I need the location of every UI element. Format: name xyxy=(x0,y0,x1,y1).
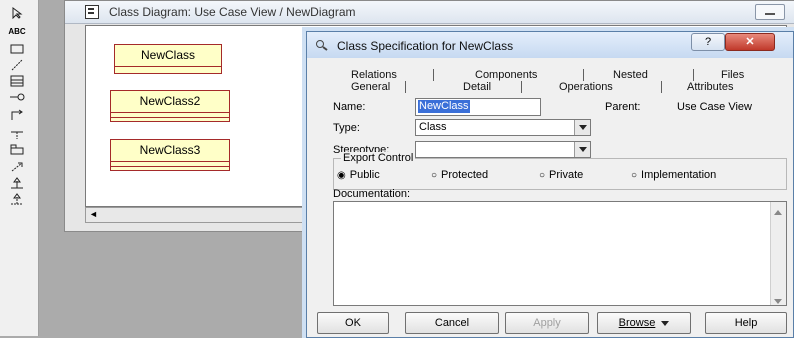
close-button[interactable]: ✕ xyxy=(725,33,775,51)
chevron-down-icon xyxy=(661,317,670,329)
radio-private[interactable]: ○ Private xyxy=(539,169,583,181)
vertical-scrollbar[interactable] xyxy=(770,202,786,305)
tab-components[interactable]: Components xyxy=(475,69,537,81)
name-field[interactable]: NewClass xyxy=(415,98,541,116)
radio-empty-icon: ○ xyxy=(539,169,546,181)
parent-label: Parent: xyxy=(605,101,641,113)
documentation-textarea[interactable] xyxy=(333,201,787,306)
cancel-button[interactable]: Cancel xyxy=(405,312,499,334)
anchor-note-icon[interactable] xyxy=(6,58,28,72)
type-label: Type: xyxy=(333,122,360,134)
horizontal-scrollbar[interactable]: ◄ xyxy=(85,207,327,223)
package-icon[interactable] xyxy=(6,142,28,156)
parent-value: Use Case View xyxy=(677,101,752,113)
radio-public[interactable]: ◉ Public xyxy=(337,169,380,181)
minimize-button[interactable] xyxy=(755,4,785,20)
realize-icon[interactable] xyxy=(6,192,28,206)
apply-button[interactable]: Apply xyxy=(505,312,589,334)
scroll-down-icon[interactable] xyxy=(774,295,782,307)
radio-empty-icon: ○ xyxy=(431,169,438,181)
radio-empty-icon: ○ xyxy=(631,169,638,181)
interface-icon[interactable] xyxy=(6,90,28,104)
class-box[interactable]: NewClass2 xyxy=(110,90,230,122)
tab-detail[interactable]: Detail xyxy=(463,81,491,93)
radio-selected-icon: ◉ xyxy=(337,169,346,181)
diagram-title: Class Diagram: Use Case View / NewDiagra… xyxy=(109,5,356,19)
radio-implementation[interactable]: ○ Implementation xyxy=(631,169,716,181)
export-control-label: Export Control xyxy=(341,152,416,164)
type-value: Class xyxy=(419,121,447,133)
dialog-title: Class Specification for NewClass xyxy=(337,39,514,53)
magnifier-icon xyxy=(315,39,329,51)
class-name: NewClass2 xyxy=(111,91,229,113)
help-icon: ? xyxy=(704,36,712,48)
class-name: NewClass3 xyxy=(111,140,229,162)
tab-operations[interactable]: Operations xyxy=(559,81,613,93)
tab-files[interactable]: Files xyxy=(721,69,744,81)
association-class-icon[interactable] xyxy=(6,128,28,142)
help-button[interactable]: ? xyxy=(691,33,725,51)
ok-button[interactable]: OK xyxy=(317,312,389,334)
dependency-icon[interactable] xyxy=(6,160,28,174)
class-box[interactable]: NewClass xyxy=(114,44,222,74)
browse-button[interactable]: Browse xyxy=(597,312,691,334)
tab-nested[interactable]: Nested xyxy=(613,69,648,81)
scroll-left-icon[interactable]: ◄ xyxy=(89,209,98,219)
minimize-icon xyxy=(765,13,775,15)
diagram-icon xyxy=(85,5,99,19)
scroll-up-icon[interactable] xyxy=(774,206,782,218)
close-icon: ✕ xyxy=(745,36,755,48)
type-select[interactable]: Class xyxy=(415,119,591,136)
chevron-down-icon[interactable] xyxy=(574,142,590,157)
note-icon[interactable] xyxy=(6,42,28,56)
tab-general[interactable]: General xyxy=(351,81,390,93)
radio-protected[interactable]: ○ Protected xyxy=(431,169,488,181)
documentation-label: Documentation: xyxy=(333,188,411,200)
class-icon[interactable] xyxy=(6,74,28,88)
chevron-down-icon[interactable] xyxy=(574,120,590,135)
unidirectional-association-icon[interactable] xyxy=(6,108,28,122)
toolbox: ABC xyxy=(0,0,39,336)
class-specification-dialog: Class Specification for NewClass ? ✕ Rel… xyxy=(306,31,794,338)
name-label: Name: xyxy=(333,101,366,113)
help-dialog-button[interactable]: Help xyxy=(705,312,787,334)
tab-relations[interactable]: Relations xyxy=(351,69,397,81)
name-value: NewClass xyxy=(418,100,470,113)
diagram-title-bar[interactable]: Class Diagram: Use Case View / NewDiagra… xyxy=(65,1,794,24)
stereotype-select[interactable] xyxy=(415,141,591,158)
class-name: NewClass xyxy=(115,45,221,67)
select-arrow-icon[interactable] xyxy=(6,6,28,20)
dialog-title-bar[interactable]: Class Specification for NewClass ? ✕ xyxy=(307,32,793,58)
tab-attributes[interactable]: Attributes xyxy=(687,81,733,93)
text-tool-icon[interactable]: ABC xyxy=(6,24,28,38)
class-box[interactable]: NewClass3 xyxy=(110,139,230,171)
generalization-icon[interactable] xyxy=(6,176,28,190)
